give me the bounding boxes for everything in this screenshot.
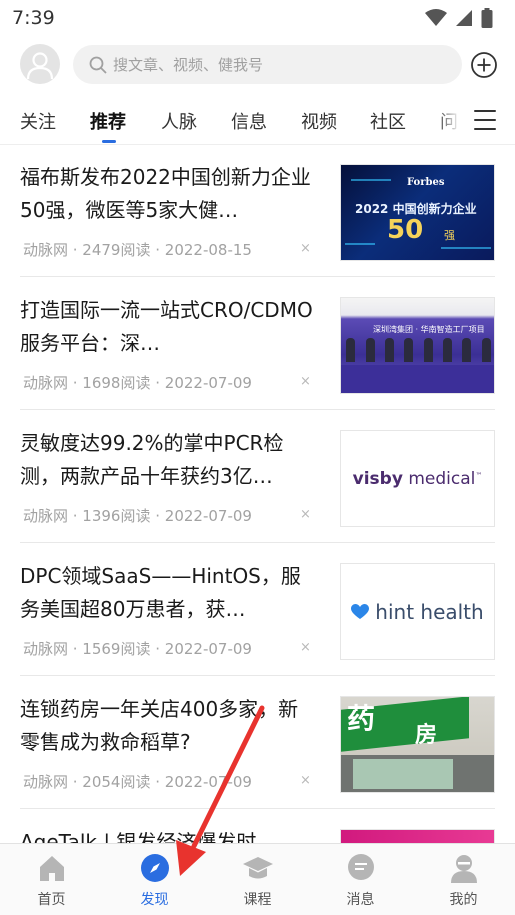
home-icon [39, 856, 64, 881]
article-title[interactable]: 灵敏度达99.2%的掌中PCR检测，两款产品十年获约3亿… [20, 427, 318, 493]
tab-news[interactable]: 信息 [231, 108, 267, 134]
thumb-suffix: 强 [444, 229, 455, 242]
profile-icon [450, 855, 477, 883]
light-streak [441, 247, 491, 249]
article-title[interactable]: AgeTalk | 银发经济爆发时 [20, 826, 318, 843]
article-thumbnail[interactable]: Forbes 2022 中国创新力企业 50 强 [340, 164, 495, 261]
hint-health-logo: hint health [375, 599, 484, 624]
thumb-window [353, 759, 453, 789]
home-icon-wrap [36, 852, 68, 884]
nav-label: 发现 [140, 892, 169, 908]
nav-label: 首页 [37, 892, 66, 908]
search-placeholder: 搜文章、视频、健我号 [113, 56, 264, 74]
tab-fade [436, 98, 458, 144]
thumb-sign-text: 药 [347, 702, 376, 735]
profile-icon-wrap [448, 852, 480, 884]
nav-discover[interactable]: 发现 [103, 844, 206, 915]
light-streak [345, 243, 375, 245]
status-time: 7:39 [12, 7, 55, 29]
search-input[interactable]: 搜文章、视频、健我号 [73, 45, 462, 84]
nav-profile[interactable]: 我的 [412, 844, 515, 915]
avatar[interactable] [20, 44, 60, 84]
nav-label: 课程 [243, 892, 272, 908]
nav-courses[interactable]: 课程 [206, 844, 309, 915]
article-item[interactable]: 连锁药房一年关店400多家，新零售成为救命稻草? 动脉网 · 2054阅读 · … [20, 677, 495, 809]
graduation-cap-icon [242, 857, 273, 879]
article-meta: 动脉网 · 1396阅读 · 2022-07-09 [23, 507, 252, 525]
tab-following[interactable]: 关注 [20, 108, 56, 134]
article-title[interactable]: 打造国际一流一站式CRO/CDMO服务平台：深… [20, 294, 318, 360]
article-item[interactable]: DPC领域SaaS——HintOS，服务美国超80万患者，获… 动脉网 · 15… [20, 544, 495, 676]
tab-community[interactable]: 社区 [370, 108, 406, 134]
wifi-icon [425, 9, 447, 26]
message-icon [347, 854, 374, 880]
article-item[interactable]: AgeTalk | 银发经济爆发时 [20, 810, 495, 843]
compass-icon-wrap [139, 852, 171, 884]
add-button[interactable] [469, 50, 499, 80]
search-row: 搜文章、视频、健我号 [0, 44, 515, 86]
article-meta: 动脉网 · 2479阅读 · 2022-08-15 [23, 241, 252, 259]
menu-icon[interactable] [474, 110, 496, 130]
article-item[interactable]: 灵敏度达99.2%的掌中PCR检测，两款产品十年获约3亿… 动脉网 · 1396… [20, 411, 495, 543]
dismiss-icon[interactable]: × [300, 374, 311, 389]
graduation-cap-icon-wrap [242, 852, 274, 884]
dismiss-icon[interactable]: × [300, 507, 311, 522]
article-title[interactable]: 连锁药房一年关店400多家，新零售成为救命稻草? [20, 693, 318, 759]
light-streak [351, 179, 391, 181]
visby-medical-logo: visby medical™ [352, 468, 483, 489]
thumb-number: 50 [387, 215, 424, 245]
article-meta: 动脉网 · 1569阅读 · 2022-07-09 [23, 640, 252, 658]
article-item[interactable]: 打造国际一流一站式CRO/CDMO服务平台：深… 动脉网 · 1698阅读 · … [20, 278, 495, 410]
article-item[interactable]: 福布斯发布2022中国创新力企业50强，微医等5家大健… 动脉网 · 2479阅… [20, 145, 495, 277]
dismiss-icon[interactable]: × [300, 241, 311, 256]
tab-contacts[interactable]: 人脉 [161, 108, 197, 134]
nav-label: 消息 [346, 892, 375, 908]
status-icons [425, 8, 493, 28]
thumb-people [341, 338, 494, 362]
tab-bar: 关注 推荐 人脉 信息 视频 社区 问 [0, 98, 515, 144]
article-thumbnail[interactable]: 药 房 [340, 696, 495, 793]
article-thumbnail[interactable]: hint health [340, 563, 495, 660]
article-title[interactable]: DPC领域SaaS——HintOS，服务美国超80万患者，获… [20, 560, 318, 626]
message-icon-wrap [345, 852, 377, 884]
tab-recommended[interactable]: 推荐 [90, 108, 126, 134]
nav-messages[interactable]: 消息 [309, 844, 412, 915]
signal-icon [456, 10, 472, 26]
article-meta: 动脉网 · 1698阅读 · 2022-07-09 [23, 374, 252, 392]
battery-icon [481, 8, 493, 28]
thumb-stage [341, 365, 494, 393]
article-meta: 动脉网 · 2054阅读 · 2022-07-09 [23, 773, 252, 791]
nav-home[interactable]: 首页 [0, 844, 103, 915]
bottom-nav: 首页 发现 课程 消息 我的 [0, 843, 515, 915]
tab-video[interactable]: 视频 [301, 108, 337, 134]
dismiss-icon[interactable]: × [300, 773, 311, 788]
article-thumbnail[interactable]: 深圳湾集团 · 华南智造工厂项目 [340, 297, 495, 394]
thumb-sign-text: 房 [415, 723, 438, 748]
avatar-person-icon [26, 52, 54, 79]
search-icon [89, 56, 107, 74]
hint-health-logo-mark [351, 603, 370, 619]
compass-icon [140, 854, 169, 882]
status-bar: 7:39 [0, 0, 515, 36]
article-thumbnail[interactable] [340, 829, 495, 843]
tab-active-indicator [102, 140, 116, 143]
tab-scroll: 关注 推荐 人脉 信息 视频 社区 问 [0, 98, 458, 144]
thumb-banner: 深圳湾集团 · 华南智造工厂项目 [373, 325, 485, 334]
article-feed[interactable]: 福布斯发布2022中国创新力企业50强，微医等5家大健… 动脉网 · 2479阅… [0, 145, 515, 843]
article-title[interactable]: 福布斯发布2022中国创新力企业50强，微医等5家大健… [20, 161, 318, 227]
dismiss-icon[interactable]: × [300, 640, 311, 655]
article-thumbnail[interactable]: visby medical™ [340, 430, 495, 527]
thumb-brand: Forbes [407, 177, 445, 188]
nav-label: 我的 [449, 892, 478, 908]
